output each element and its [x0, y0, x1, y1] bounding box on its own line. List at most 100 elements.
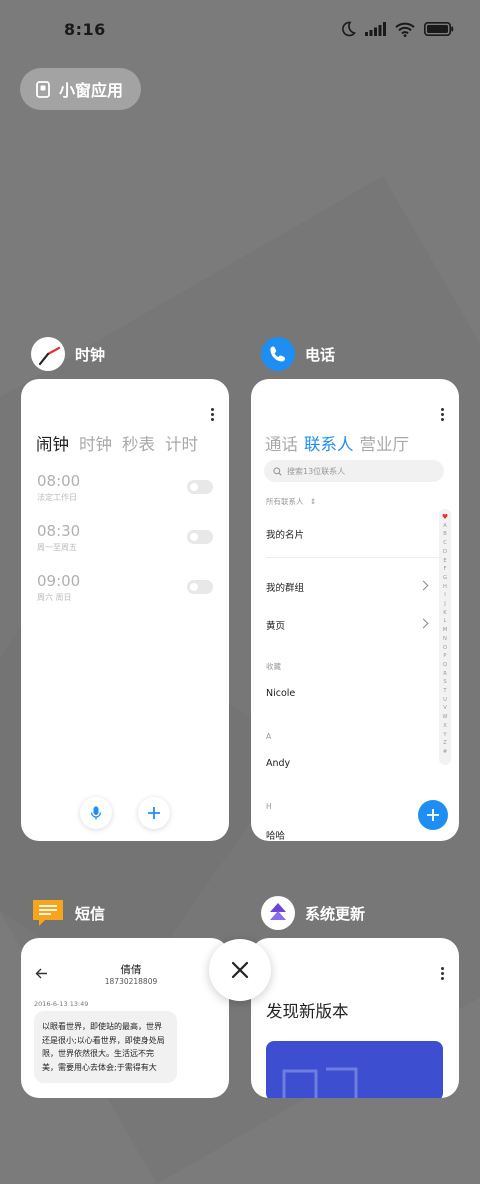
update-app-name: 系统更新 [305, 904, 366, 923]
status-time: 8:16 [64, 20, 106, 39]
yellow-pages-item[interactable]: 黄页 [266, 618, 285, 632]
tab-calls[interactable]: 通话 [265, 431, 298, 455]
message-timestamp: 2016-6-13 13:49 [34, 1000, 89, 1008]
tab-service-hall[interactable]: 营业厅 [360, 431, 410, 455]
sms-app-card[interactable]: 倩倩 18730218809 2016-6-13 13:49 以眼看世界，即使站… [21, 938, 229, 1098]
tab-contacts[interactable]: 联系人 [304, 431, 354, 455]
tab-clock[interactable]: 时钟 [79, 431, 112, 455]
contact-item[interactable]: Nicole [266, 688, 295, 699]
index-letter[interactable]: N [443, 635, 447, 644]
close-icon [231, 961, 249, 979]
sms-app-name: 短信 [75, 904, 106, 923]
index-letter[interactable]: P [443, 652, 446, 661]
update-app-icon [261, 896, 295, 930]
index-letter[interactable]: E [443, 557, 446, 566]
contact-filter-dropdown[interactable]: 所有联系人 ⇕ [266, 496, 316, 507]
update-app-card[interactable]: 发现新版本 [251, 938, 459, 1098]
index-letter[interactable]: J [444, 600, 446, 609]
add-contact-button[interactable] [418, 800, 448, 830]
index-letter[interactable]: H [443, 583, 447, 592]
index-letter[interactable]: Y [443, 731, 446, 740]
index-letter[interactable]: Z [443, 739, 447, 748]
window-icon [36, 80, 50, 98]
search-placeholder: 搜索13位联系人 [287, 466, 346, 476]
more-menu-icon[interactable] [441, 967, 444, 980]
index-letter[interactable]: V [443, 704, 447, 713]
sort-arrows-icon: ⇕ [309, 497, 317, 506]
status-icons [340, 21, 454, 37]
contact-item[interactable]: Andy [266, 758, 290, 769]
battery-icon [424, 22, 454, 36]
index-letter[interactable]: O [443, 644, 447, 653]
index-letter[interactable]: B [443, 530, 447, 539]
index-letter[interactable]: X [443, 722, 447, 731]
floating-window-apps-label: 小窗应用 [59, 81, 124, 100]
index-letter[interactable]: Q [443, 661, 447, 670]
alarm-item[interactable]: 08:30 周一至周五 [37, 522, 213, 562]
clear-all-button[interactable] [209, 939, 271, 1001]
index-letter[interactable]: U [443, 696, 447, 705]
message-bubble[interactable]: 以眼看世界，即使站的最高，世界还是很小;以心看世界，即使身处局限，世界依然很大。… [34, 1011, 177, 1083]
phone-app-card[interactable]: 通话 联系人 营业厅 搜索13位联系人 所有联系人 ⇕ 我的名片 我的群组 黄页… [251, 379, 459, 841]
alarm-item[interactable]: 08:00 法定工作日 [37, 472, 213, 512]
alarm-repeat: 周一至周五 [37, 543, 77, 552]
index-letter[interactable]: C [443, 539, 447, 548]
phone-app-header[interactable]: 电话 [261, 337, 335, 371]
sms-app-header[interactable]: 短信 [31, 896, 105, 930]
tab-timer[interactable]: 计时 [165, 431, 198, 455]
clock-app-header[interactable]: 时钟 [31, 337, 105, 371]
update-title: 发现新版本 [266, 1002, 349, 1021]
add-alarm-button[interactable] [138, 797, 170, 829]
alarm-item[interactable]: 09:00 周六 周日 [37, 572, 213, 612]
index-letter[interactable]: S [443, 678, 446, 687]
floating-window-apps-button[interactable]: 小窗应用 [20, 68, 142, 110]
index-letter[interactable]: D [443, 548, 447, 557]
index-letter[interactable]: M [443, 626, 447, 635]
index-letter[interactable]: F [444, 565, 447, 574]
favorites-heart-icon[interactable]: ♥ [442, 513, 448, 522]
index-letter[interactable]: W [442, 713, 447, 722]
phone-tabs: 通话 联系人 营业厅 [265, 431, 409, 455]
contact-search-input[interactable]: 搜索13位联系人 [264, 460, 444, 482]
index-letter[interactable]: A [443, 522, 447, 531]
tab-stopwatch[interactable]: 秒表 [122, 431, 155, 455]
alarm-repeat: 法定工作日 [37, 493, 77, 502]
moon-icon [342, 21, 356, 37]
tab-alarm[interactable]: 闹钟 [36, 431, 69, 455]
clock-tabs: 闹钟 时钟 秒表 计时 [36, 431, 198, 455]
clock-app-card[interactable]: 闹钟 时钟 秒表 计时 08:00 法定工作日 08:30 周一至周五 09:0… [21, 379, 229, 841]
contact-item[interactable]: 哈哈 [266, 828, 285, 841]
plus-icon [148, 807, 160, 819]
alarm-toggle[interactable] [187, 530, 213, 544]
phone-app-name: 电话 [305, 345, 336, 364]
index-letter[interactable]: G [443, 574, 447, 583]
voice-alarm-button[interactable] [80, 797, 112, 829]
more-menu-icon[interactable] [211, 408, 214, 421]
index-letter[interactable]: I [444, 591, 446, 600]
plus-icon [427, 809, 439, 821]
chevron-right-icon [418, 580, 429, 591]
clock-app-icon [31, 337, 65, 371]
clock-app-name: 时钟 [75, 345, 106, 364]
update-banner-image [266, 1041, 443, 1098]
alarm-toggle[interactable] [187, 480, 213, 494]
microphone-icon [90, 806, 102, 820]
index-letter[interactable]: T [443, 687, 446, 696]
index-letter[interactable]: L [444, 617, 447, 626]
phone-icon [270, 346, 285, 362]
my-groups-item[interactable]: 我的群组 [266, 580, 304, 594]
update-app-header[interactable]: 系统更新 [261, 896, 365, 930]
wifi-icon [395, 22, 415, 37]
alarm-toggle[interactable] [187, 580, 213, 594]
index-letter[interactable]: # [443, 748, 447, 757]
alphabet-index-bar[interactable]: ♥ A B C D E F G H I J K L M N O P Q R S … [439, 509, 451, 765]
index-letter[interactable]: K [443, 609, 446, 618]
more-menu-icon[interactable] [441, 408, 444, 421]
conversation-contact-number: 18730218809 [104, 977, 158, 986]
status-bar: 8:16 [0, 0, 480, 62]
my-card-item[interactable]: 我的名片 [266, 527, 304, 541]
conversation-contact-name: 倩倩 [120, 964, 142, 976]
section-header: A [266, 732, 272, 741]
index-letter[interactable]: R [443, 670, 447, 679]
alarm-repeat: 周六 周日 [37, 593, 72, 602]
